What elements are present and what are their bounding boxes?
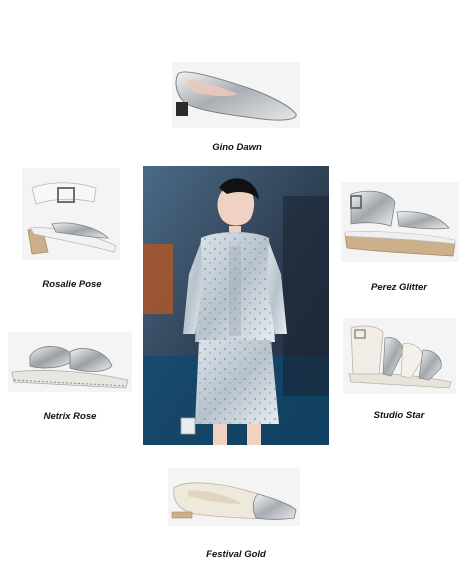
pointed-flat-shoe-icon: [172, 62, 300, 128]
product-label[interactable]: Perez Glitter: [371, 282, 427, 293]
product-image-rosalie-pose[interactable]: [22, 168, 120, 260]
product-image-festival-gold[interactable]: [168, 468, 300, 526]
product-image-studio-star[interactable]: [343, 318, 456, 394]
product-label[interactable]: Gino Dawn: [212, 142, 262, 153]
product-label[interactable]: Rosalie Pose: [42, 279, 101, 290]
ballet-flat-icon: [168, 468, 300, 526]
wedge-sandal-icon: [22, 168, 120, 260]
product-label[interactable]: Festival Gold: [206, 549, 266, 560]
strappy-flat-sandal-icon: [343, 318, 456, 394]
product-label[interactable]: Netrix Rose: [44, 411, 97, 422]
slide-sandal-icon: [8, 332, 132, 392]
product-image-netrix-rose[interactable]: [8, 332, 132, 392]
runway-model-photo: [143, 166, 329, 445]
platform-sandal-icon: [341, 182, 459, 262]
product-image-perez-glitter[interactable]: [341, 182, 459, 262]
product-label[interactable]: Studio Star: [374, 410, 425, 421]
runway-model-icon: [143, 166, 329, 445]
product-image-gino-dawn[interactable]: [172, 62, 300, 128]
